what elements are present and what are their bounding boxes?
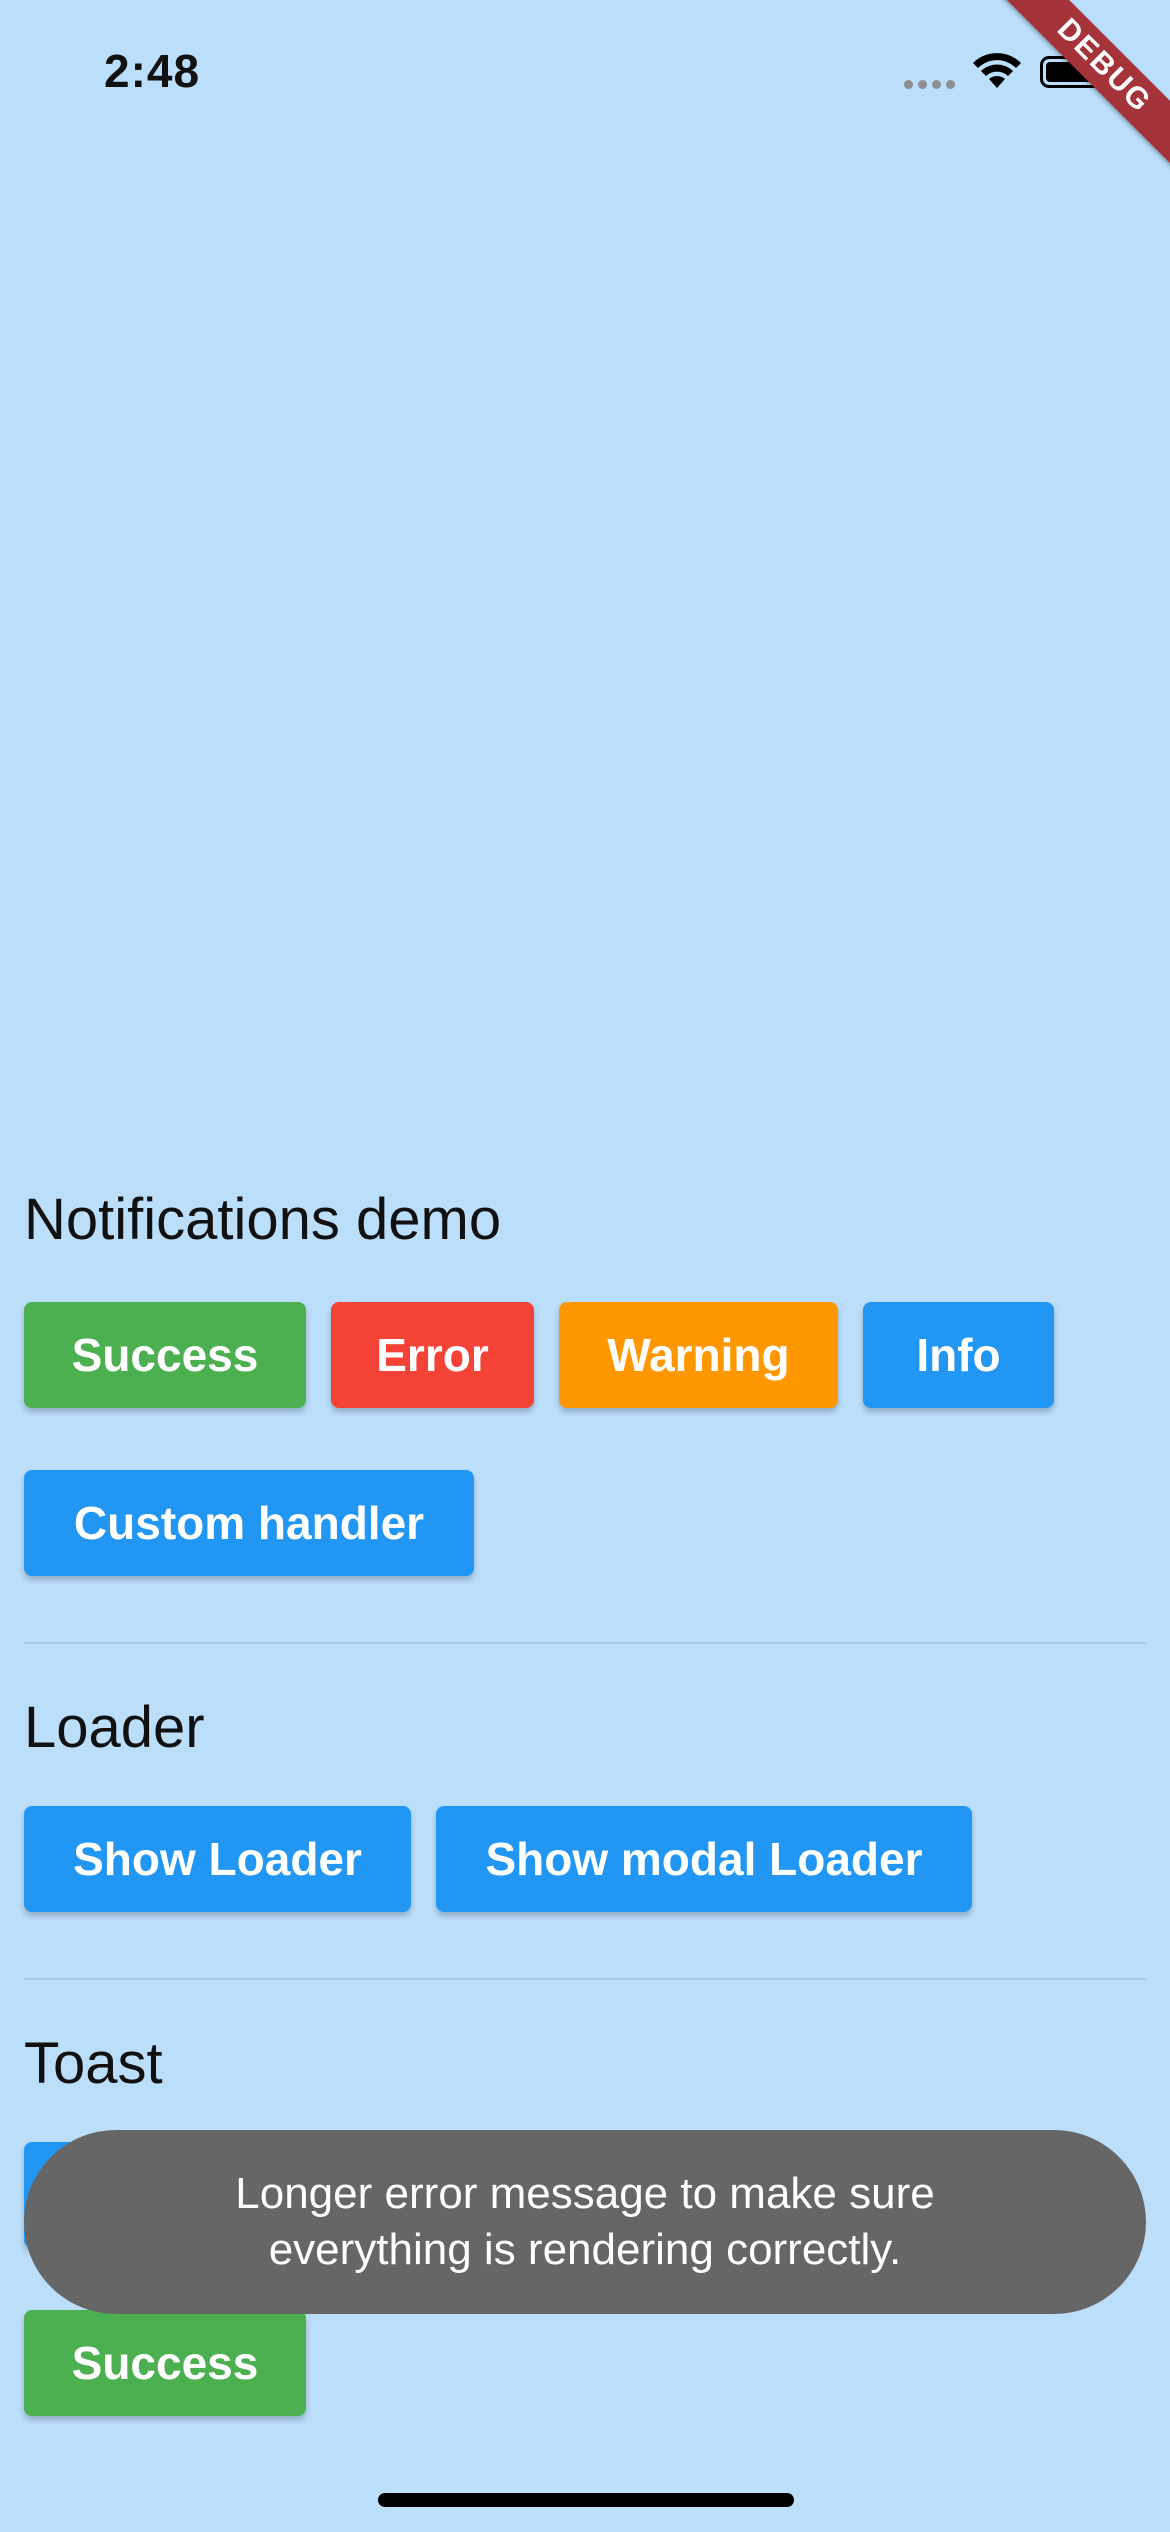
custom-handler-button[interactable]: Custom handler: [24, 1470, 474, 1576]
loader-title: Loader: [24, 1695, 205, 1760]
notification-warning-button[interactable]: Warning: [559, 1302, 838, 1408]
show-modal-loader-button[interactable]: Show modal Loader: [436, 1806, 972, 1912]
divider: [24, 1642, 1146, 1644]
divider: [24, 1978, 1146, 1980]
toast-title: Toast: [24, 2031, 163, 2096]
notification-error-button[interactable]: Error: [331, 1302, 534, 1408]
debug-banner: DEBUG: [1000, 0, 1170, 170]
notifications-title: Notifications demo: [24, 1187, 502, 1252]
debug-banner-label: DEBUG: [1000, 0, 1170, 170]
status-time: 2:48: [104, 45, 201, 97]
toast-message: Longer error message to make sure everyt…: [24, 2130, 1146, 2314]
signal-dots-icon: [904, 80, 955, 89]
notification-info-button[interactable]: Info: [863, 1302, 1054, 1408]
home-indicator[interactable]: [378, 2493, 794, 2507]
toast-success-button[interactable]: Success: [24, 2310, 306, 2416]
show-loader-button[interactable]: Show Loader: [24, 1806, 411, 1912]
notification-success-button[interactable]: Success: [24, 1302, 306, 1408]
toast-message-text: Longer error message to make sure everyt…: [235, 2169, 935, 2274]
